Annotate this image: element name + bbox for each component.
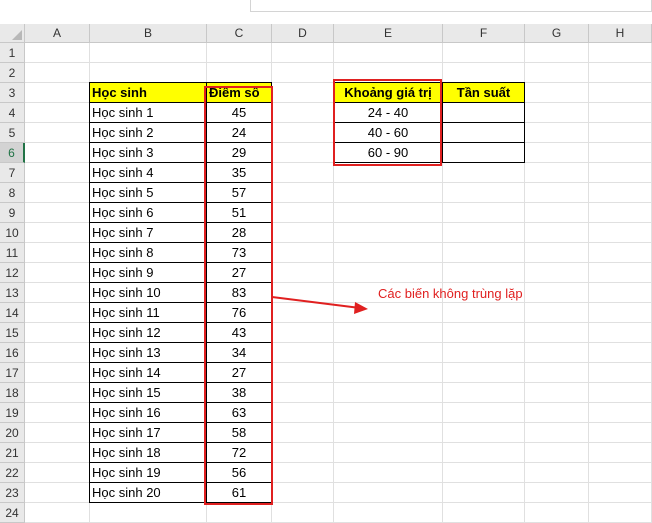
header-value-range[interactable]: Khoảng giá trị <box>333 82 443 103</box>
score-cell[interactable]: 43 <box>206 322 272 343</box>
student-name-cell[interactable]: Học sinh 13 <box>89 342 207 363</box>
row-header-16[interactable]: 16 <box>0 343 25 363</box>
row-header-15[interactable]: 15 <box>0 323 25 343</box>
student-name-cell[interactable]: Học sinh 14 <box>89 362 207 383</box>
column-header-h[interactable]: H <box>589 24 652 43</box>
score-cell[interactable]: 63 <box>206 402 272 423</box>
score-cell[interactable]: 24 <box>206 122 272 143</box>
student-name-cell[interactable]: Học sinh 7 <box>89 222 207 243</box>
row-header-1[interactable]: 1 <box>0 43 25 63</box>
header-score[interactable]: Điểm số <box>206 82 272 103</box>
student-name-cell[interactable]: Học sinh 11 <box>89 302 207 323</box>
score-cell[interactable]: 76 <box>206 302 272 323</box>
student-name-cell[interactable]: Học sinh 12 <box>89 322 207 343</box>
row-header-17[interactable]: 17 <box>0 363 25 383</box>
row-header-2[interactable]: 2 <box>0 63 25 83</box>
row-header-11[interactable]: 11 <box>0 243 25 263</box>
row-header-4[interactable]: 4 <box>0 103 25 123</box>
student-name-cell[interactable]: Học sinh 10 <box>89 282 207 303</box>
column-header-g[interactable]: G <box>525 24 589 43</box>
row-header-10[interactable]: 10 <box>0 223 25 243</box>
score-cell[interactable]: 38 <box>206 382 272 403</box>
row-header-23[interactable]: 23 <box>0 483 25 503</box>
column-header-e[interactable]: E <box>334 24 443 43</box>
student-name-cell[interactable]: Học sinh 9 <box>89 262 207 283</box>
student-name-cell[interactable]: Học sinh 2 <box>89 122 207 143</box>
student-name-cell[interactable]: Học sinh 15 <box>89 382 207 403</box>
student-name-cell[interactable]: Học sinh 4 <box>89 162 207 183</box>
score-cell[interactable]: 61 <box>206 482 272 503</box>
score-cell[interactable]: 28 <box>206 222 272 243</box>
score-cell[interactable]: 29 <box>206 142 272 163</box>
row-header-5[interactable]: 5 <box>0 123 25 143</box>
column-header-d[interactable]: D <box>272 24 334 43</box>
score-cell[interactable]: 51 <box>206 202 272 223</box>
column-header-b[interactable]: B <box>90 24 207 43</box>
column-header-f[interactable]: F <box>443 24 525 43</box>
score-cell[interactable]: 57 <box>206 182 272 203</box>
formula-input[interactable] <box>250 0 652 12</box>
student-name-cell[interactable]: Học sinh 1 <box>89 102 207 123</box>
row-header-22[interactable]: 22 <box>0 463 25 483</box>
student-name-cell[interactable]: Học sinh 19 <box>89 462 207 483</box>
row-header-8[interactable]: 8 <box>0 183 25 203</box>
formula-bar-area <box>0 0 652 24</box>
header-student[interactable]: Học sinh <box>89 82 207 103</box>
frequency-cell[interactable] <box>442 142 525 163</box>
row-header-12[interactable]: 12 <box>0 263 25 283</box>
row-header-24[interactable]: 24 <box>0 503 25 523</box>
column-header-a[interactable]: A <box>25 24 90 43</box>
score-cell[interactable]: 83 <box>206 282 272 303</box>
gridline-horizontal <box>25 62 652 63</box>
gridline-vertical <box>588 43 589 523</box>
row-header-14[interactable]: 14 <box>0 303 25 323</box>
student-name-cell[interactable]: Học sinh 3 <box>89 142 207 163</box>
row-header-21[interactable]: 21 <box>0 443 25 463</box>
frequency-cell[interactable] <box>442 122 525 143</box>
row-header-20[interactable]: 20 <box>0 423 25 443</box>
student-name-cell[interactable]: Học sinh 20 <box>89 482 207 503</box>
score-cell[interactable]: 27 <box>206 262 272 283</box>
row-header-18[interactable]: 18 <box>0 383 25 403</box>
annotation-text: Các biến không trùng lặp <box>378 286 523 301</box>
score-cell[interactable]: 72 <box>206 442 272 463</box>
score-cell[interactable]: 45 <box>206 102 272 123</box>
row-header-6[interactable]: 6 <box>0 143 25 163</box>
student-name-cell[interactable]: Học sinh 5 <box>89 182 207 203</box>
range-cell[interactable]: 24 - 40 <box>333 102 443 123</box>
student-name-cell[interactable]: Học sinh 6 <box>89 202 207 223</box>
student-name-cell[interactable]: Học sinh 17 <box>89 422 207 443</box>
range-cell[interactable]: 60 - 90 <box>333 142 443 163</box>
score-cell[interactable]: 56 <box>206 462 272 483</box>
frequency-cell[interactable] <box>442 102 525 123</box>
score-cell[interactable]: 34 <box>206 342 272 363</box>
student-name-cell[interactable]: Học sinh 18 <box>89 442 207 463</box>
student-name-cell[interactable]: Học sinh 16 <box>89 402 207 423</box>
select-all-corner[interactable] <box>0 24 25 43</box>
row-header-7[interactable]: 7 <box>0 163 25 183</box>
range-cell[interactable]: 40 - 60 <box>333 122 443 143</box>
header-frequency[interactable]: Tần suất <box>442 82 525 103</box>
row-header-3[interactable]: 3 <box>0 83 25 103</box>
row-header-13[interactable]: 13 <box>0 283 25 303</box>
score-cell[interactable]: 27 <box>206 362 272 383</box>
student-name-cell[interactable]: Học sinh 8 <box>89 242 207 263</box>
row-header-9[interactable]: 9 <box>0 203 25 223</box>
score-cell[interactable]: 35 <box>206 162 272 183</box>
score-cell[interactable]: 58 <box>206 422 272 443</box>
row-header-19[interactable]: 19 <box>0 403 25 423</box>
spreadsheet-grid[interactable]: A B C D E F G H 1 2 3 4 5 6 7 8 9 10 11 12 13 14 15 16 17 18 19 20 2… <box>0 24 652 523</box>
column-header-c[interactable]: C <box>207 24 272 43</box>
score-cell[interactable]: 73 <box>206 242 272 263</box>
